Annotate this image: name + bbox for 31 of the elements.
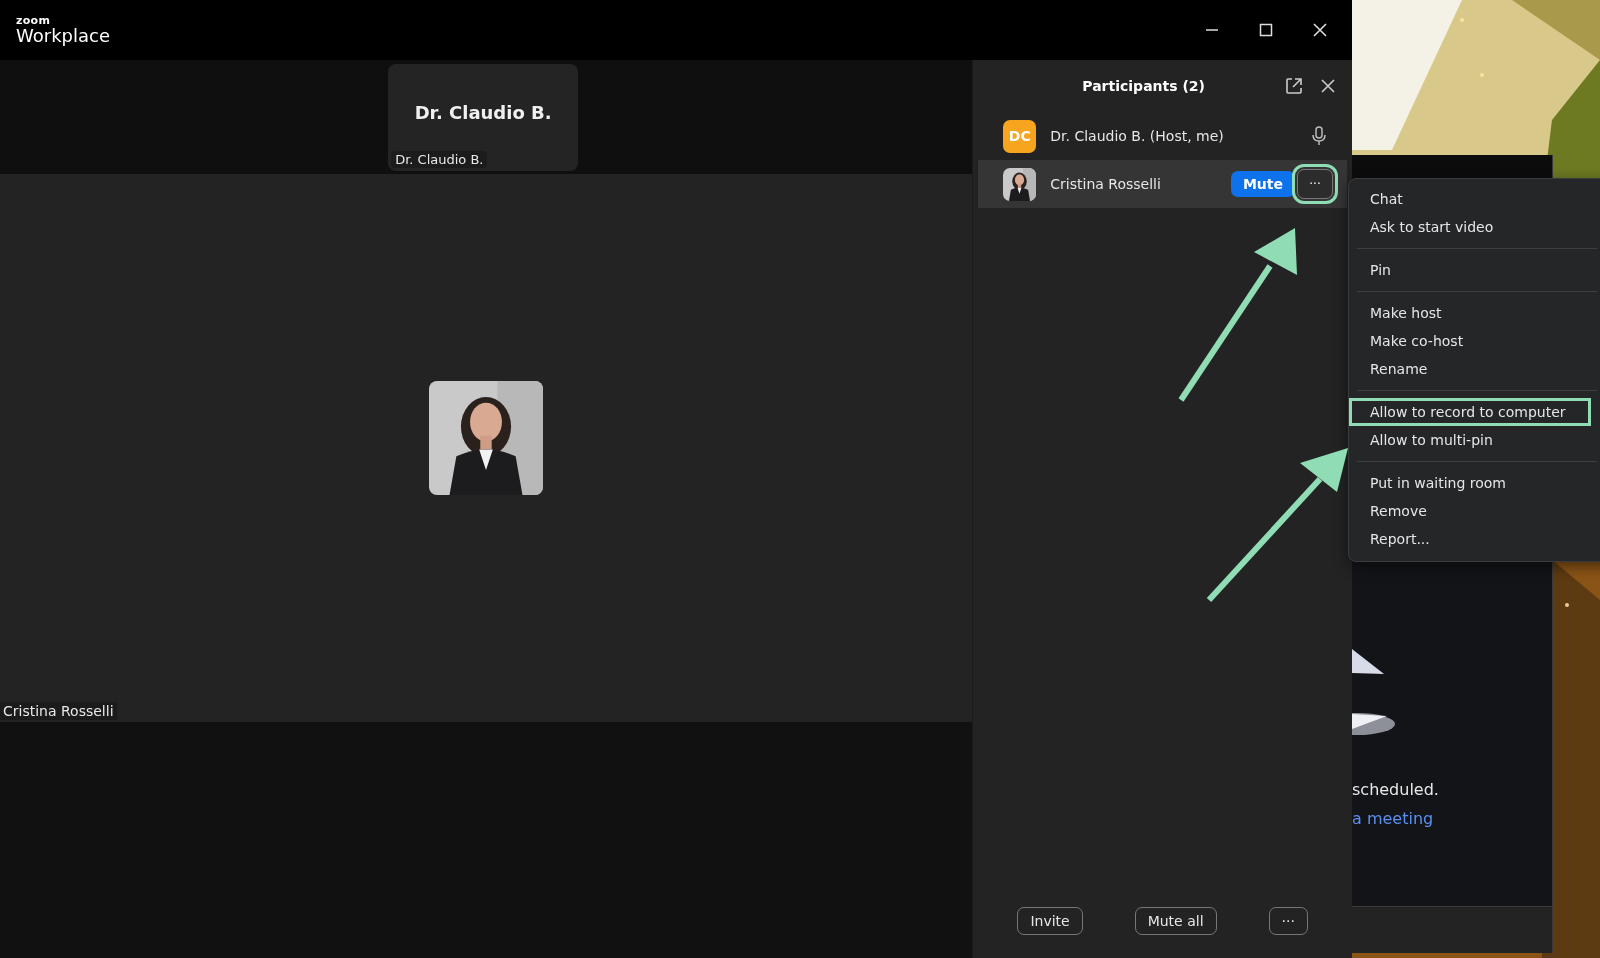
menu-item[interactable]: Remove xyxy=(1349,497,1591,525)
participant-name: Dr. Claudio B. xyxy=(414,102,552,123)
participant-row[interactable]: Cristina Rosselli Mute ··· xyxy=(978,160,1347,208)
menu-item[interactable]: Allow to record to computer xyxy=(1349,398,1591,426)
invite-button[interactable]: Invite xyxy=(1017,907,1083,935)
avatar: DC xyxy=(1003,119,1037,153)
menu-item[interactable]: Allow to multi-pin xyxy=(1349,426,1591,454)
menu-item[interactable]: Pin xyxy=(1349,256,1591,284)
pop-out-icon[interactable] xyxy=(1284,76,1304,96)
name-label: Dr. Claudio B. xyxy=(391,151,488,168)
panel-title: Participants (2) xyxy=(1081,78,1206,94)
video-tile[interactable]: Dr. Claudio B. Dr. Claudio B. xyxy=(388,64,579,171)
menu-item[interactable]: Ask to start video xyxy=(1349,213,1591,241)
menu-item[interactable]: Put in waiting room xyxy=(1349,469,1591,497)
meeting-link[interactable]: a meeting xyxy=(1352,809,1434,828)
logo-text: zoom xyxy=(16,15,52,26)
participant-name: Cristina Rosselli xyxy=(1050,176,1162,192)
menu-item[interactable]: Rename xyxy=(1349,355,1591,383)
menu-item[interactable]: Chat xyxy=(1349,185,1591,213)
app-title: Workplace xyxy=(16,27,110,45)
message-text: scheduled. xyxy=(1352,780,1439,799)
mute-all-button[interactable]: Mute all xyxy=(1134,907,1217,935)
menu-item[interactable]: Make co-host xyxy=(1349,327,1591,355)
name-label: Cristina Rosselli xyxy=(0,702,117,720)
menu-item[interactable]: Make host xyxy=(1349,299,1591,327)
menu-item[interactable]: Report... xyxy=(1349,525,1591,553)
participant-row[interactable]: DC Dr. Claudio B. (Host, me) xyxy=(978,112,1347,160)
mute-button[interactable]: Mute xyxy=(1230,171,1295,197)
more-button[interactable]: ··· xyxy=(1268,907,1308,935)
participant-name: Dr. Claudio B. (Host, me) xyxy=(1050,128,1225,144)
microphone-icon[interactable] xyxy=(1309,125,1329,147)
